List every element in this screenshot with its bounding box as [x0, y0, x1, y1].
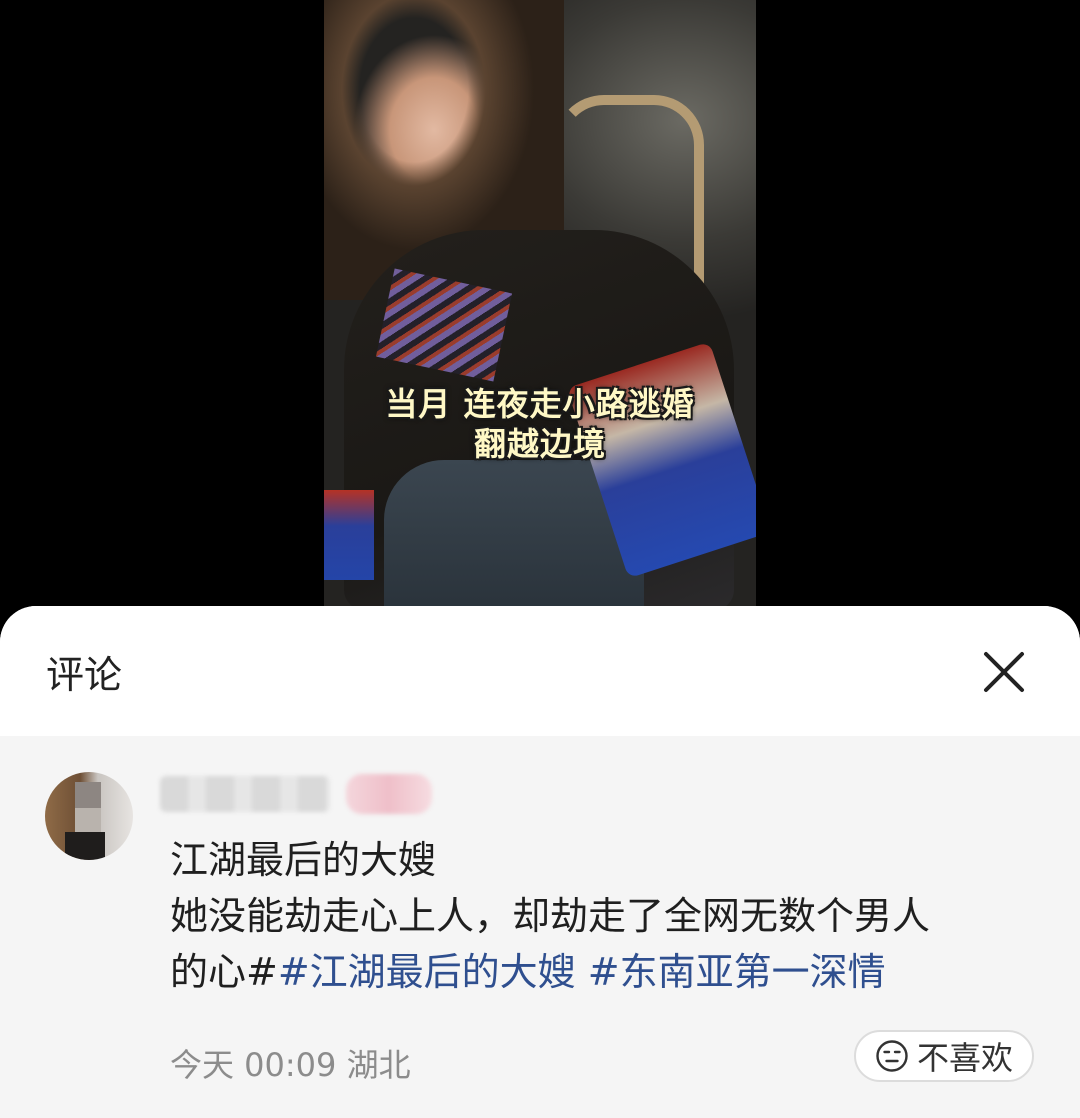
video-frame-sleeve-left [324, 490, 374, 580]
comment-text-line1: 江湖最后的大嫂 [170, 838, 437, 882]
avatar[interactable] [45, 772, 133, 860]
user-badge-blurred [346, 774, 432, 814]
video-player[interactable]: 当月 连夜走小路逃婚 翻越边境 [324, 0, 756, 606]
screen: 当月 连夜走小路逃婚 翻越边境 评论 江湖最后的大嫂 她没能劫走心上人，却劫走了… [0, 0, 1080, 1118]
video-subtitle-line2: 翻越边境 [473, 425, 606, 463]
hashtag-link-1[interactable]: #江湖最后的大嫂 [278, 950, 576, 994]
comment-text-prefix: 的心# [170, 950, 278, 994]
comment-text: 江湖最后的大嫂 她没能劫走心上人，却劫走了全网无数个男人 的心##江湖最后的大嫂… [170, 832, 1050, 1000]
dislike-button[interactable]: 不喜欢 [854, 1030, 1034, 1082]
username-blurred[interactable] [160, 776, 330, 812]
comment-text-line3: 的心##江湖最后的大嫂 #东南亚第一深情 [170, 944, 1050, 1000]
neutral-face-icon [876, 1040, 908, 1072]
comment-location: 湖北 [346, 1046, 411, 1084]
comments-title: 评论 [46, 653, 123, 697]
dislike-label: 不喜欢 [916, 1039, 1013, 1077]
close-icon [984, 652, 1024, 692]
comments-sheet: 评论 江湖最后的大嫂 她没能劫走心上人，却劫走了全网无数个男人 的心##江湖最后… [0, 606, 1080, 1118]
comment-text-line2: 她没能劫走心上人，却劫走了全网无数个男人 [170, 894, 931, 938]
comment-time: 今天 00:09 [170, 1046, 337, 1084]
comment-item: 江湖最后的大嫂 她没能劫走心上人，却劫走了全网无数个男人 的心##江湖最后的大嫂… [0, 736, 1080, 1118]
comments-header: 评论 [0, 606, 1080, 736]
comment-meta: 今天 00:09 湖北 [170, 1040, 411, 1086]
video-subtitle-line1: 当月 连夜走小路逃婚 [385, 385, 695, 423]
close-button[interactable] [978, 646, 1030, 698]
hashtag-link-2[interactable]: #东南亚第一深情 [588, 950, 886, 994]
